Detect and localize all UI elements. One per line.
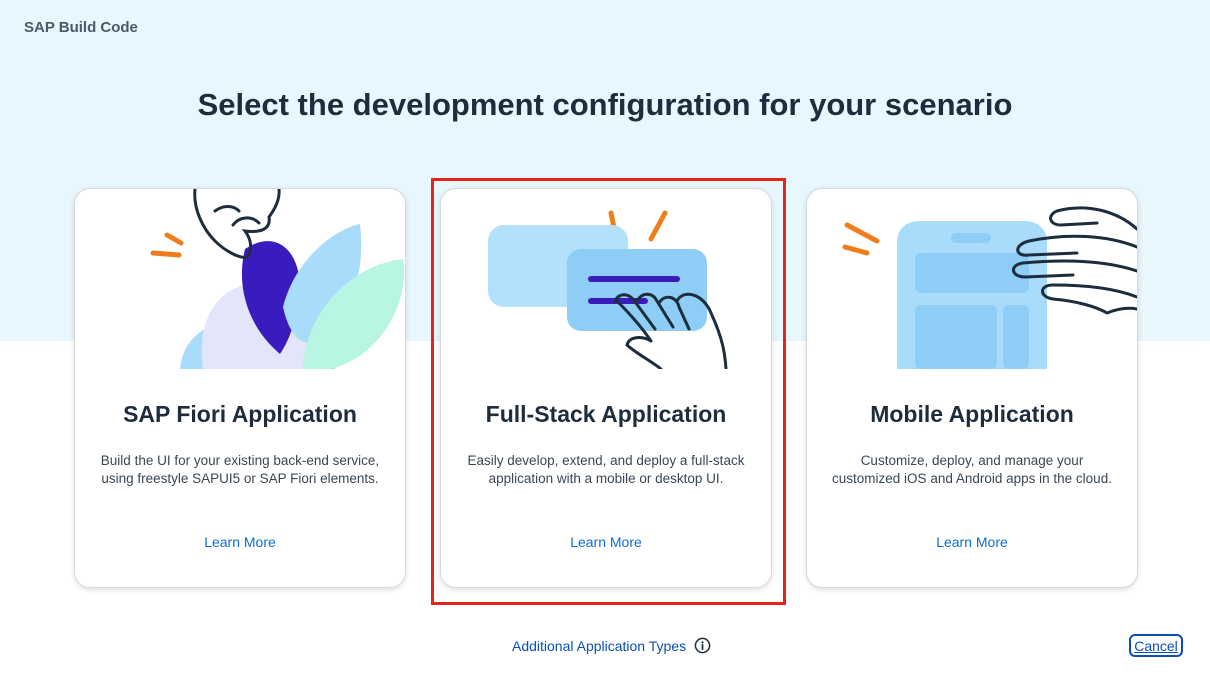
app-title: SAP Build Code <box>24 19 138 36</box>
learn-more-link[interactable]: Learn More <box>441 534 771 550</box>
hand-swiping-phone-illustration <box>842 206 1137 369</box>
card-description: Build the UI for your existing back-end … <box>100 453 380 486</box>
card-title: SAP Fiori Application <box>123 401 357 427</box>
card-sap-fiori-application[interactable]: SAP Fiori Application Build the UI for y… <box>74 188 406 588</box>
hand-tapping-screens-illustration <box>488 210 728 369</box>
additional-application-types-label: Additional Application Types <box>512 637 687 654</box>
card-full-stack-application[interactable]: Full-Stack Application Easily develop, e… <box>440 188 772 588</box>
card-title: Mobile Application <box>870 401 1074 427</box>
card-mobile-application[interactable]: Mobile Application Customize, deploy, an… <box>806 188 1138 588</box>
learn-more-link[interactable]: Learn More <box>807 534 1137 550</box>
card-description: Easily develop, extend, and deploy a ful… <box>467 453 745 486</box>
card-title: Full-Stack Application <box>485 401 727 427</box>
page: SAP Build Code Select the development co… <box>0 0 1210 686</box>
learn-more-link[interactable]: Learn More <box>75 534 405 550</box>
cancel-button[interactable]: Cancel <box>1129 634 1183 657</box>
page-heading: Select the development configuration for… <box>197 87 1013 122</box>
card-description: Customize, deploy, and manage your custo… <box>832 453 1112 486</box>
info-icon[interactable] <box>694 637 711 654</box>
additional-application-types-link[interactable]: Additional Application Types <box>512 637 711 654</box>
hand-with-leaves-illustration <box>150 189 404 369</box>
